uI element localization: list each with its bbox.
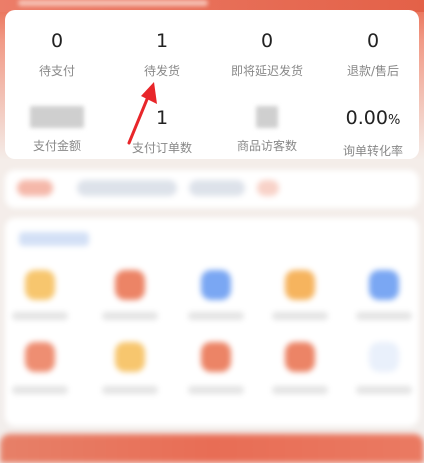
blurred-tool-icon — [285, 342, 315, 372]
stat-value: 1 — [155, 30, 169, 52]
stat-label: 待发货 — [143, 64, 180, 78]
blurred-tool-icon — [201, 342, 231, 372]
stat-refund-aftersale[interactable]: 0 退款/售后 — [321, 29, 424, 79]
blurred-tool-label — [102, 312, 158, 320]
stat-label: 即将延迟发货 — [230, 64, 303, 78]
blurred-tool-icon — [201, 270, 231, 300]
blurred-tool-label — [272, 386, 328, 394]
stat-label: 退款/售后 — [346, 64, 400, 78]
stat-product-visitors[interactable]: 商品访客数 — [215, 106, 319, 154]
stat-value: 0.00% — [321, 106, 424, 133]
blurred-search-section — [5, 170, 419, 208]
masked-value — [30, 106, 84, 128]
blurred-tool-icon — [25, 342, 55, 372]
stat-shipping-delayed[interactable]: 0 即将延迟发货 — [215, 29, 319, 79]
blurred-tool-icon — [115, 270, 145, 300]
stat-label: 支付金额 — [32, 139, 81, 153]
blurred-tool-icon — [285, 270, 315, 300]
blurred-bottom-banner — [0, 434, 424, 463]
stat-value: 0 — [366, 30, 380, 52]
stat-label: 询单转化率 — [342, 144, 403, 158]
blurred-tag — [257, 180, 279, 196]
stat-inquiry-conversion[interactable]: 0.00% 询单转化率 — [321, 106, 424, 159]
blurred-tool-label — [102, 386, 158, 394]
blurred-tool-label — [188, 386, 244, 394]
blurred-tag — [17, 180, 53, 196]
blurred-tools-grid — [5, 218, 419, 426]
stat-pending-shipment[interactable]: 1 待发货 — [110, 29, 214, 79]
blurred-tool-label — [272, 312, 328, 320]
blurred-tool-label — [356, 312, 412, 320]
stat-label: 待支付 — [38, 64, 75, 78]
blurred-tool-icon — [369, 270, 399, 300]
conversion-number: 0.00 — [345, 107, 388, 129]
blurred-text — [189, 180, 245, 196]
blurred-tool-icon — [25, 270, 55, 300]
stat-label: 商品访客数 — [236, 139, 297, 153]
stat-value: 0 — [260, 30, 274, 52]
blurred-tool-label — [356, 386, 412, 394]
stat-payment-amount[interactable]: 支付金额 — [5, 106, 109, 154]
order-stats-card: 0 待支付 1 待发货 0 即将延迟发货 0 退款/售后 支付金额 1 支付订单… — [5, 10, 419, 159]
annotation-arrow-icon — [127, 82, 157, 145]
percent-unit: % — [387, 113, 401, 128]
blurred-tool-icon — [369, 342, 399, 372]
blurred-grid-title — [19, 232, 89, 246]
stat-value: 0 — [50, 30, 64, 52]
blurred-banner-text — [18, 0, 208, 6]
masked-value — [256, 106, 278, 128]
blurred-tool-label — [12, 312, 68, 320]
blurred-tool-label — [12, 386, 68, 394]
blurred-text — [77, 180, 177, 196]
stat-pending-payment[interactable]: 0 待支付 — [5, 29, 109, 79]
blurred-tool-icon — [115, 342, 145, 372]
blurred-tool-label — [188, 312, 244, 320]
